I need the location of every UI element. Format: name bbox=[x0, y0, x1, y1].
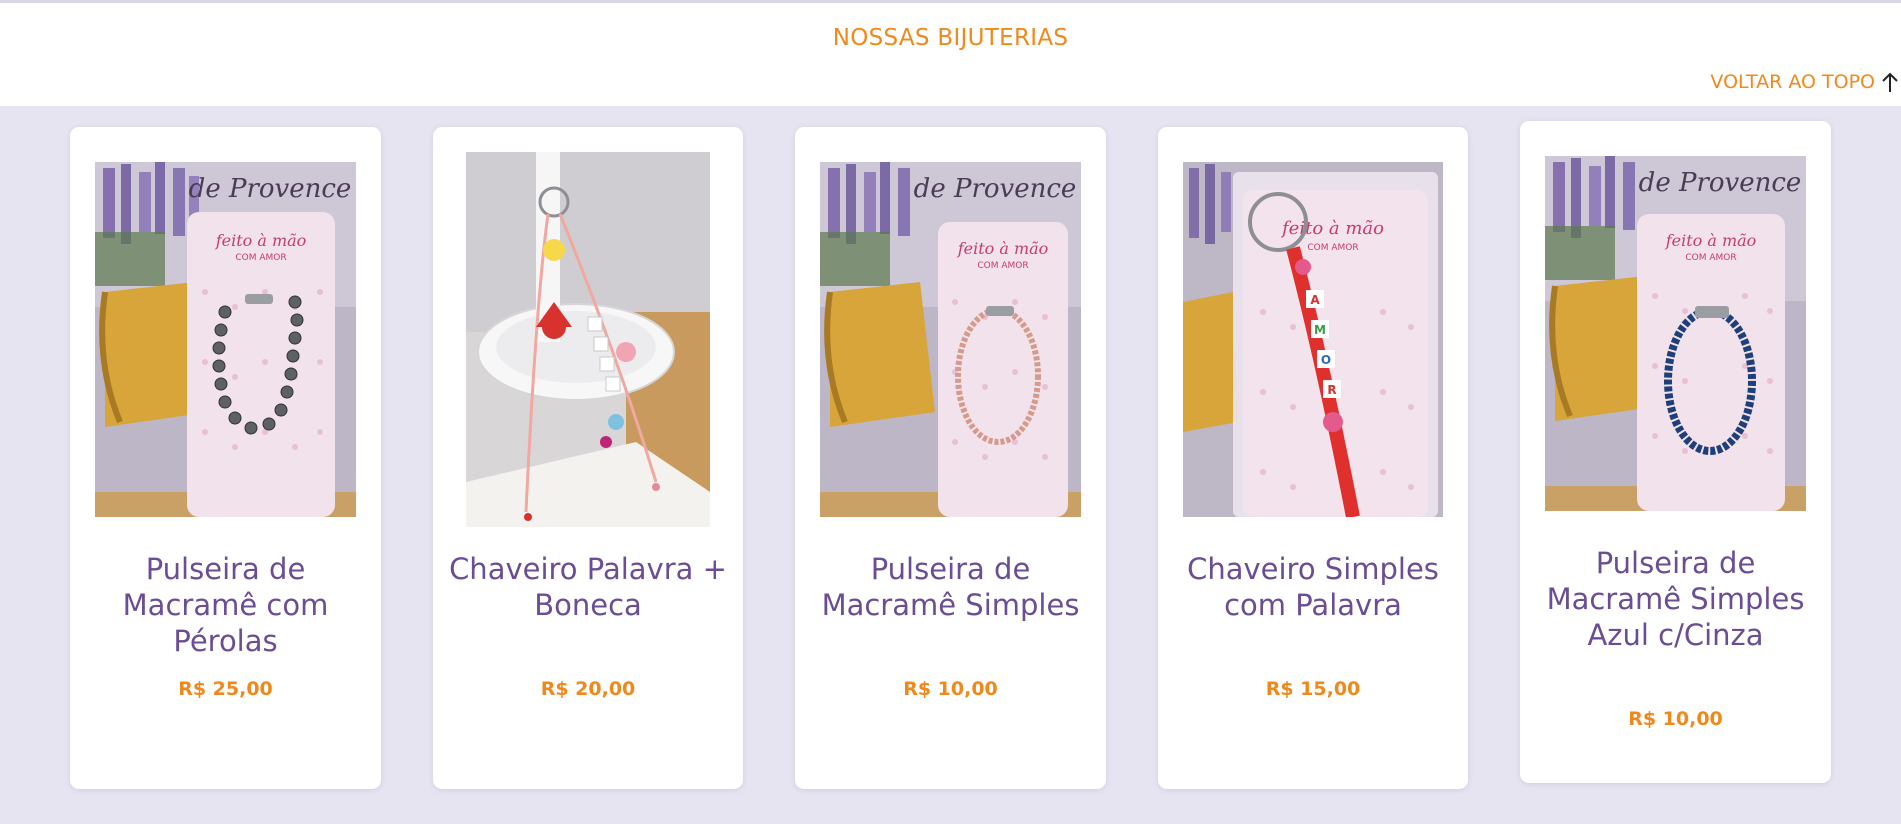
svg-text:O: O bbox=[1321, 353, 1331, 367]
svg-text:M: M bbox=[1314, 323, 1326, 337]
product-image[interactable] bbox=[466, 152, 710, 527]
svg-text:feito à mão: feito à mão bbox=[215, 231, 307, 250]
back-to-top-label: VOLTAR AO TOPO bbox=[1710, 71, 1875, 93]
product-name[interactable]: Chaveiro Palavra + Boneca bbox=[443, 551, 733, 623]
svg-text:COM AMOR: COM AMOR bbox=[1307, 243, 1358, 253]
section-title: NOSSAS BIJUTERIAS bbox=[832, 25, 1069, 51]
svg-text:de Provence: de Provence bbox=[1639, 168, 1802, 198]
product-grid: de Provence feito à mão COM AMOR Pulseir… bbox=[0, 0, 1901, 824]
product-card[interactable]: de Provence feito à mão COM AMOR Pulseir… bbox=[70, 127, 381, 789]
arrow-up-icon bbox=[1882, 72, 1898, 92]
back-to-top-link[interactable]: VOLTAR AO TOPO bbox=[1710, 69, 1901, 95]
svg-text:feito à mão: feito à mão bbox=[957, 239, 1049, 258]
product-name[interactable]: Chaveiro Simples com Palavra bbox=[1168, 551, 1458, 623]
product-image[interactable]: de Provence feito à mão COM AMOR bbox=[1545, 156, 1806, 511]
svg-text:COM AMOR: COM AMOR bbox=[235, 253, 286, 263]
product-price: R$ 10,00 bbox=[903, 678, 998, 700]
svg-text:feito à mão: feito à mão bbox=[1665, 231, 1757, 250]
product-card[interactable]: feito à mão COM AMOR A M O R Chaveiro Si… bbox=[1158, 127, 1468, 789]
svg-text:de Provence: de Provence bbox=[189, 174, 352, 204]
product-card[interactable]: de Provence feito à mão COM AMOR Pulseir… bbox=[1520, 121, 1831, 783]
svg-text:R: R bbox=[1327, 383, 1336, 397]
svg-text:COM AMOR: COM AMOR bbox=[1685, 253, 1736, 263]
product-card[interactable]: de Provence feito à mão COM AMOR Pulseir… bbox=[795, 127, 1106, 789]
svg-text:COM AMOR: COM AMOR bbox=[977, 261, 1028, 271]
svg-text:feito à mão: feito à mão bbox=[1280, 218, 1384, 239]
product-card[interactable]: Chaveiro Palavra + Boneca R$ 20,00 bbox=[433, 127, 743, 789]
product-price: R$ 15,00 bbox=[1265, 678, 1361, 700]
product-price: R$ 25,00 bbox=[178, 678, 273, 700]
product-image[interactable]: feito à mão COM AMOR A M O R bbox=[1183, 162, 1443, 517]
product-image[interactable]: de Provence feito à mão COM AMOR bbox=[820, 162, 1081, 517]
product-price: R$ 20,00 bbox=[540, 678, 636, 700]
svg-text:de Provence: de Provence bbox=[914, 174, 1077, 204]
product-name[interactable]: Pulseira de Macramê Simples Azul c/Cinza bbox=[1530, 545, 1821, 653]
section-header: NOSSAS BIJUTERIAS VOLTAR AO TOPO bbox=[0, 3, 1901, 106]
product-name[interactable]: Pulseira de Macramê com Pérolas bbox=[80, 551, 371, 659]
product-price: R$ 10,00 bbox=[1628, 708, 1723, 730]
svg-text:A: A bbox=[1310, 293, 1320, 307]
product-name[interactable]: Pulseira de Macramê Simples bbox=[805, 551, 1096, 623]
product-image[interactable]: de Provence feito à mão COM AMOR bbox=[95, 162, 356, 517]
